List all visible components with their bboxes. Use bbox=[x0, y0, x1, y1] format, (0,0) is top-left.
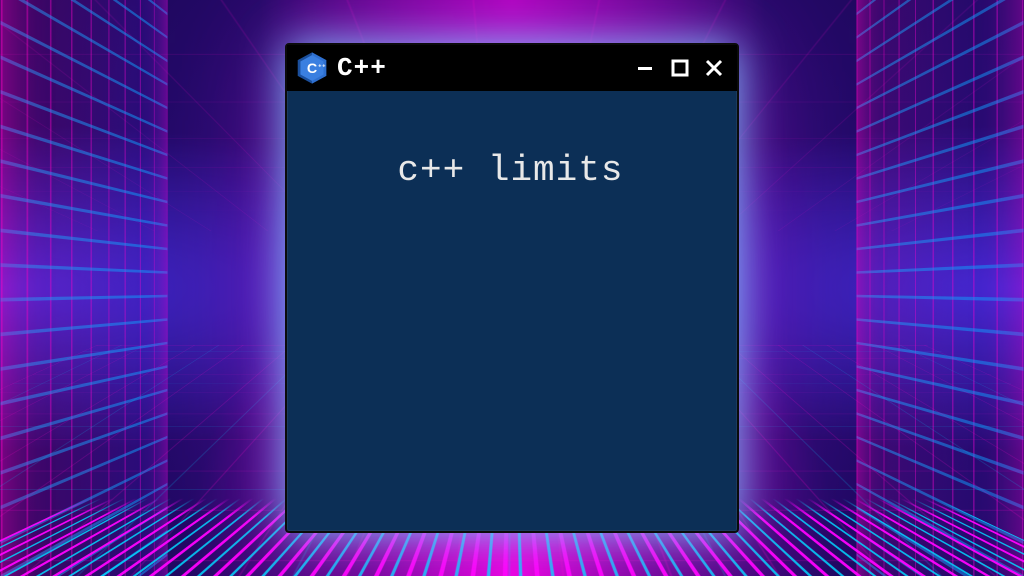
minimize-button[interactable] bbox=[633, 55, 659, 81]
svg-text:+: + bbox=[322, 63, 325, 69]
svg-text:+: + bbox=[318, 63, 321, 69]
terminal-line: c++ limits bbox=[397, 150, 623, 191]
cpp-logo-icon: C + + bbox=[295, 51, 329, 85]
svg-text:C: C bbox=[307, 60, 317, 76]
maximize-button[interactable] bbox=[667, 55, 693, 81]
terminal-window: C + + C++ c++ limits bbox=[285, 43, 739, 533]
titlebar[interactable]: C + + C++ bbox=[287, 45, 737, 91]
terminal-content[interactable]: c++ limits bbox=[287, 91, 737, 531]
window-title: C++ bbox=[337, 53, 625, 83]
window-controls bbox=[633, 55, 727, 81]
close-button[interactable] bbox=[701, 55, 727, 81]
